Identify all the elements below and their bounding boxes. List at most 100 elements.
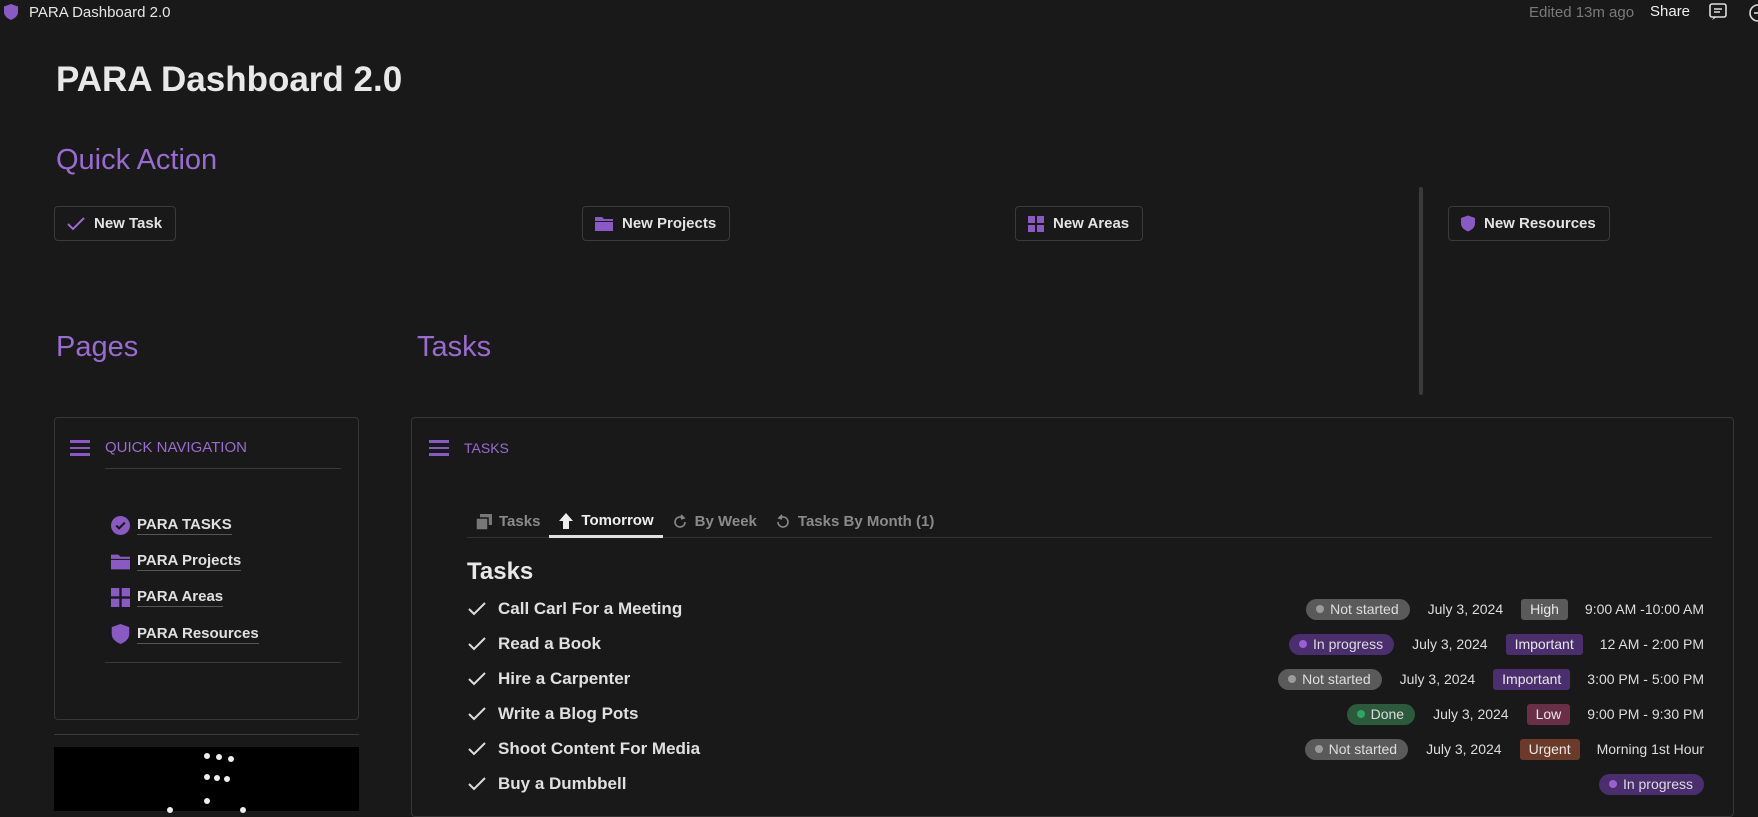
status-label: Not started: [1302, 671, 1371, 687]
share-button[interactable]: Share: [1650, 3, 1690, 20]
task-time: 3:00 PM - 5:00 PM: [1587, 671, 1704, 687]
status-label: Not started: [1330, 601, 1399, 617]
tab-tomorrow[interactable]: Tomorrow: [549, 506, 663, 538]
task-row[interactable]: Shoot Content For Media Not started July 3…: [467, 734, 1704, 764]
task-date: July 3, 2024: [1426, 741, 1502, 757]
menu-icon: [70, 436, 90, 460]
shield-icon: [111, 624, 130, 644]
task-name[interactable]: Buy a Dumbbell: [498, 774, 1599, 794]
check-icon: [67, 216, 85, 230]
priority-tag: Urgent: [1519, 738, 1580, 760]
nav-para-projects[interactable]: PARA Projects: [111, 552, 242, 571]
task-name[interactable]: Write a Blog Pots: [498, 704, 1347, 724]
status-label: Not started: [1328, 741, 1398, 757]
nav-label: PARA TASKS: [137, 516, 232, 535]
page-breadcrumb[interactable]: PARA Dashboard 2.0: [29, 4, 170, 21]
priority-tag: Important: [1493, 668, 1571, 690]
shield-icon: [1461, 215, 1475, 232]
decorative-image: [54, 747, 359, 813]
nav-para-tasks[interactable]: PARA TASKS: [111, 516, 232, 535]
check-icon[interactable]: [467, 636, 487, 652]
new-task-button[interactable]: New Task: [54, 206, 177, 241]
quick-navigation-card: QUICK NAVIGATION PARA TASKS PARA Project…: [54, 417, 359, 720]
view-tabs: Tasks Tomorrow By Week Tasks By Month (1…: [467, 506, 1712, 538]
comment-icon[interactable]: [1708, 2, 1728, 22]
task-date: July 3, 2024: [1433, 706, 1509, 722]
task-row[interactable]: Read a Book In progress July 3, 2024 Import…: [467, 629, 1704, 659]
status-label: In progress: [1622, 776, 1693, 792]
status-badge: Not started: [1278, 668, 1382, 690]
tab-tasks[interactable]: Tasks: [467, 506, 549, 537]
grid-icon: [1028, 215, 1044, 232]
undo-icon: [777, 513, 789, 528]
task-row[interactable]: Buy a Dumbbell In progress: [467, 769, 1704, 799]
shield-icon: [4, 4, 18, 20]
status-badge: In progress: [1598, 773, 1704, 795]
task-name[interactable]: Shoot Content For Media: [498, 739, 1305, 759]
task-date: July 3, 2024: [1399, 671, 1476, 687]
more-icon[interactable]: [1748, 3, 1758, 23]
check-circle-icon: [111, 516, 130, 535]
task-name[interactable]: Read a Book: [498, 634, 1289, 654]
column-divider[interactable]: [1419, 187, 1423, 395]
tab-label: Tasks By Month (1): [797, 513, 935, 530]
nav-label: PARA Areas: [137, 588, 224, 607]
card-title: QUICK NAVIGATION: [105, 439, 247, 457]
new-resources-button[interactable]: New Resources: [1448, 206, 1610, 241]
task-date: July 3, 2024: [1412, 636, 1488, 652]
folder-icon: [111, 554, 130, 570]
top-bar: PARA Dashboard 2.0 Edited 13m ago Share: [0, 0, 1758, 26]
new-areas-button[interactable]: New Areas: [1015, 206, 1144, 241]
priority-tag: High: [1521, 598, 1568, 620]
button-label: New Projects: [622, 215, 717, 232]
check-icon[interactable]: [467, 776, 487, 792]
tasks-card: TASKS Tasks Tomorrow By Week Tasks By Mo…: [411, 417, 1734, 817]
button-label: New Resources: [1484, 215, 1596, 232]
check-icon[interactable]: [467, 706, 487, 722]
check-icon[interactable]: [467, 671, 487, 687]
task-row[interactable]: Hire a Carpenter Not started July 3, 2024 I…: [467, 664, 1704, 694]
quick-action-heading: Quick Action: [56, 144, 218, 176]
task-time: 9:00 PM - 9:30 PM: [1587, 706, 1704, 722]
stack-icon: [476, 513, 492, 530]
edited-timestamp: Edited 13m ago: [1529, 4, 1635, 21]
refresh-icon: [673, 513, 686, 528]
status-label: In progress: [1313, 636, 1384, 652]
divider: [54, 734, 359, 735]
task-time: Morning 1st Hour: [1596, 741, 1704, 757]
task-date: July 3, 2024: [1427, 601, 1504, 617]
status-badge: Not started: [1306, 598, 1410, 620]
page-title: PARA Dashboard 2.0: [56, 60, 403, 99]
tab-by-week[interactable]: By Week: [663, 506, 766, 537]
task-name[interactable]: Hire a Carpenter: [498, 669, 1278, 689]
task-list-title: Tasks: [467, 558, 534, 585]
check-icon[interactable]: [467, 601, 487, 617]
nav-label: PARA Projects: [137, 552, 242, 571]
task-row[interactable]: Call Carl For a Meeting Not started July 3…: [467, 594, 1704, 624]
tab-label: Tomorrow: [581, 512, 654, 529]
status-badge: In progress: [1289, 633, 1395, 655]
task-name[interactable]: Call Carl For a Meeting: [498, 599, 1306, 619]
nav-para-resources[interactable]: PARA Resources: [111, 624, 259, 644]
folder-icon: [595, 217, 613, 231]
priority-tag: Important: [1505, 633, 1583, 655]
button-label: New Areas: [1053, 215, 1130, 232]
nav-label: PARA Resources: [137, 624, 259, 644]
task-time: 12 AM - 2:00 PM: [1599, 636, 1704, 652]
check-icon[interactable]: [467, 741, 487, 757]
tasks-heading: Tasks: [417, 331, 492, 363]
button-label: New Task: [94, 215, 163, 232]
status-badge: Done: [1346, 703, 1416, 725]
task-row[interactable]: Write a Blog Pots Done July 3, 2024 Low 9:00…: [467, 699, 1704, 729]
new-projects-button[interactable]: New Projects: [582, 206, 731, 241]
card-title: TASKS: [464, 439, 509, 456]
pages-heading: Pages: [56, 331, 139, 363]
status-label: Done: [1370, 706, 1405, 722]
menu-icon: [429, 436, 449, 460]
grid-icon: [111, 588, 130, 607]
priority-tag: Low: [1526, 703, 1571, 725]
tab-tasks-by-month[interactable]: Tasks By Month (1): [766, 506, 943, 537]
tab-label: Tasks: [499, 513, 541, 530]
status-badge: Not started: [1304, 738, 1409, 760]
nav-para-areas[interactable]: PARA Areas: [111, 588, 224, 607]
